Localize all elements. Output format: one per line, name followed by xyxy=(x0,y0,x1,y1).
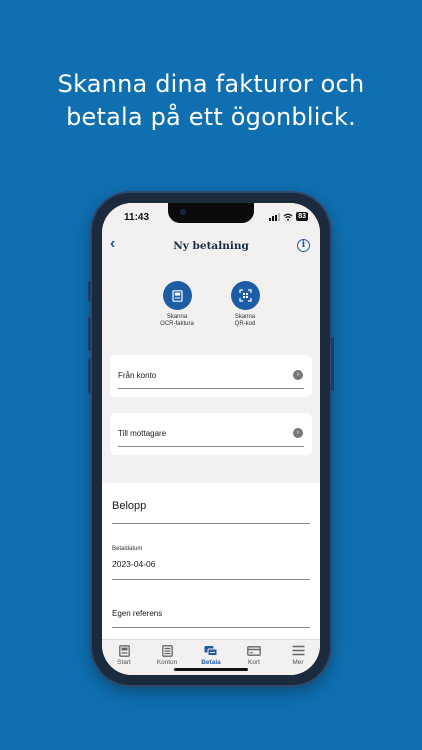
scan-qr-button[interactable]: Skanna QR-kod xyxy=(215,281,275,328)
headline-line-2: betala på ett ögonblick. xyxy=(66,103,356,131)
date-field[interactable]: 2023-04-06 xyxy=(112,559,155,569)
promo-headline: Skanna dina fakturor och betala på ett ö… xyxy=(0,68,422,134)
tab-mer[interactable]: Mer xyxy=(278,644,318,666)
tab-kort[interactable]: Kort xyxy=(234,644,274,666)
phone-screen: 11:43 83 ‹ Ny betalning i Skanna OCR-fak… xyxy=(102,203,320,675)
divider xyxy=(118,388,304,389)
chevron-right-icon: › xyxy=(293,428,303,438)
tab-betala-label: Betala xyxy=(201,659,221,666)
invoice-icon xyxy=(162,281,192,310)
phone-power-button xyxy=(331,337,334,391)
chevron-right-icon: › xyxy=(293,370,303,380)
amount-field[interactable]: Belopp xyxy=(112,500,146,512)
tab-start-label: Start xyxy=(117,659,131,666)
tab-konton[interactable]: Konton xyxy=(147,644,187,666)
headline-line-1: Skanna dina fakturor och xyxy=(57,70,365,98)
reference-field[interactable]: Egen referens xyxy=(112,609,162,618)
battery-icon: 83 xyxy=(296,212,308,221)
home-indicator xyxy=(174,668,248,671)
phone-volume-up xyxy=(88,317,91,351)
tab-kort-label: Kort xyxy=(248,659,260,666)
phone-silent-switch xyxy=(88,281,91,301)
tab-konton-label: Konton xyxy=(156,659,178,666)
signal-icon xyxy=(269,212,281,221)
info-circle-icon[interactable]: i xyxy=(297,239,310,252)
scan-qr-label-2: QR-kod xyxy=(234,321,256,327)
payment-options-area: Skanna OCR-faktura Skanna QR-kod Från ko… xyxy=(102,263,320,483)
from-account-selector[interactable]: Från konto › xyxy=(110,355,312,397)
tab-betala[interactable]: Betala xyxy=(191,644,231,666)
accounts-icon xyxy=(147,644,187,657)
date-underline xyxy=(112,579,310,580)
tab-bar: Start Konton Betala Kort Mer xyxy=(102,639,320,675)
status-icons: 83 xyxy=(269,212,308,221)
notch xyxy=(168,203,254,223)
divider xyxy=(118,446,304,447)
start-icon xyxy=(104,644,144,657)
payment-form: Belopp Betaldatum 2023-04-06 Egen refere… xyxy=(102,483,320,639)
to-recipient-label: Till mottagare xyxy=(118,429,167,438)
date-label: Betaldatum xyxy=(112,546,143,552)
scan-ocr-label-1: Skanna xyxy=(166,314,188,320)
scan-qr-label-1: Skanna xyxy=(234,314,256,320)
scan-ocr-label-2: OCR-faktura xyxy=(160,321,194,327)
wifi-icon xyxy=(283,213,293,221)
tab-start[interactable]: Start xyxy=(104,644,144,666)
status-time: 11:43 xyxy=(124,212,150,223)
amount-underline xyxy=(112,523,310,524)
page-title: Ny betalning xyxy=(173,240,249,252)
phone-frame: 11:43 83 ‹ Ny betalning i Skanna OCR-fak… xyxy=(88,193,334,685)
menu-icon xyxy=(278,644,318,657)
to-recipient-selector[interactable]: Till mottagare › xyxy=(110,413,312,455)
reference-underline xyxy=(112,627,310,628)
qr-scan-icon xyxy=(230,281,260,310)
from-account-label: Från konto xyxy=(118,371,157,380)
tab-mer-label: Mer xyxy=(292,659,304,666)
card-icon xyxy=(234,644,274,657)
camera-icon xyxy=(180,209,186,215)
pay-icon xyxy=(191,644,231,657)
phone-volume-down xyxy=(88,359,91,393)
scan-ocr-button[interactable]: Skanna OCR-faktura xyxy=(147,281,207,328)
nav-header: ‹ Ny betalning i xyxy=(102,229,320,263)
